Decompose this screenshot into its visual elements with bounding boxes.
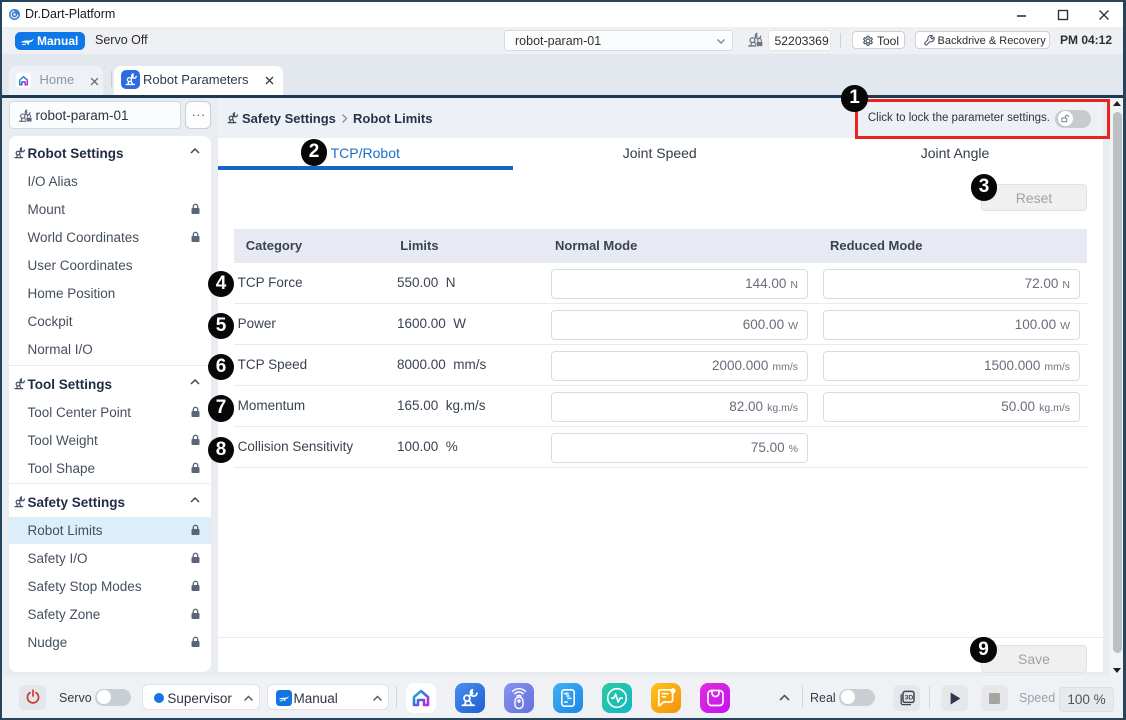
svg-text:3D: 3D: [904, 694, 913, 701]
